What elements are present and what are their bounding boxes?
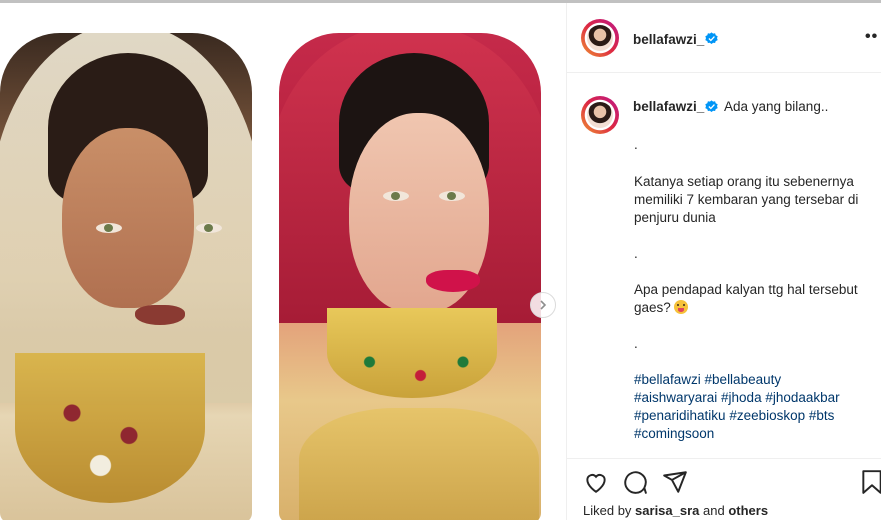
liked-by-text: Liked by sarisa_sra and others [583,503,768,518]
left-eye-1 [96,223,122,233]
author-avatar[interactable] [581,19,619,57]
heart-icon[interactable] [583,469,609,495]
photo-right-bride [279,33,541,520]
hashtag-line[interactable]: #bellafawzi #bellabeauty [634,371,781,389]
caption-line: . [634,246,638,261]
liked-by-others[interactable]: others [728,503,768,518]
hashtag-line[interactable]: #comingsoon [634,425,714,443]
liked-by-user[interactable]: sarisa_sra [635,503,699,518]
left-face [62,128,194,308]
comment-icon[interactable] [622,469,648,495]
right-lips [426,270,480,292]
caption-line-text: gaes? [634,300,671,315]
post-actions-bar: Liked by sarisa_sra and others [567,458,881,520]
hashtag-line[interactable]: #penaridihatiku #zeebioskop #bts [634,407,834,425]
liked-by-and: and [703,503,725,518]
left-lips [135,305,185,325]
caption-intro-text: Ada yang bilang.. [724,99,829,114]
chevron-right-icon [540,300,547,310]
verified-badge-icon [705,32,718,45]
caption-author-avatar[interactable] [581,96,619,134]
post-details-pane: bellafawzi_ •• bellafawzi_ Ada yang bila… [566,3,881,520]
right-eye-1 [383,191,409,201]
caption-line: penjuru dunia [634,210,716,225]
caption-line: . [634,137,638,152]
more-options-icon[interactable]: •• [865,28,878,46]
caption-line: Katanya setiap orang itu sebenernya [634,174,854,189]
photo-left-bride [0,33,252,520]
caption-line: Apa pendapad kalyan ttg hal tersebut [634,282,858,297]
caption-line: memiliki 7 kembaran yang tersebar di [634,192,859,207]
right-eye-2 [439,191,465,201]
share-icon[interactable] [662,469,688,495]
liked-by-prefix: Liked by [583,503,632,518]
post-header: bellafawzi_ •• [567,3,881,73]
verified-badge-icon [705,100,718,113]
caption-area: bellafawzi_ Ada yang bilang.. . Katanya … [567,74,881,458]
caption-line: . [634,336,638,351]
left-necklace [15,353,205,503]
tongue-emoji-icon [673,300,688,314]
carousel-next-button[interactable] [530,292,556,318]
bookmark-icon[interactable] [859,469,881,495]
author-username[interactable]: bellafawzi_ [633,32,704,47]
caption-username[interactable]: bellafawzi_ [633,99,704,114]
left-eye-2 [196,223,222,233]
caption-line-with-emoji: gaes? [634,299,688,317]
hashtag-line[interactable]: #aishwaryarai #jhoda #jhodaakbar [634,389,840,407]
right-necklace [327,308,497,398]
post-media[interactable] [0,3,566,520]
right-blouse [299,408,539,520]
